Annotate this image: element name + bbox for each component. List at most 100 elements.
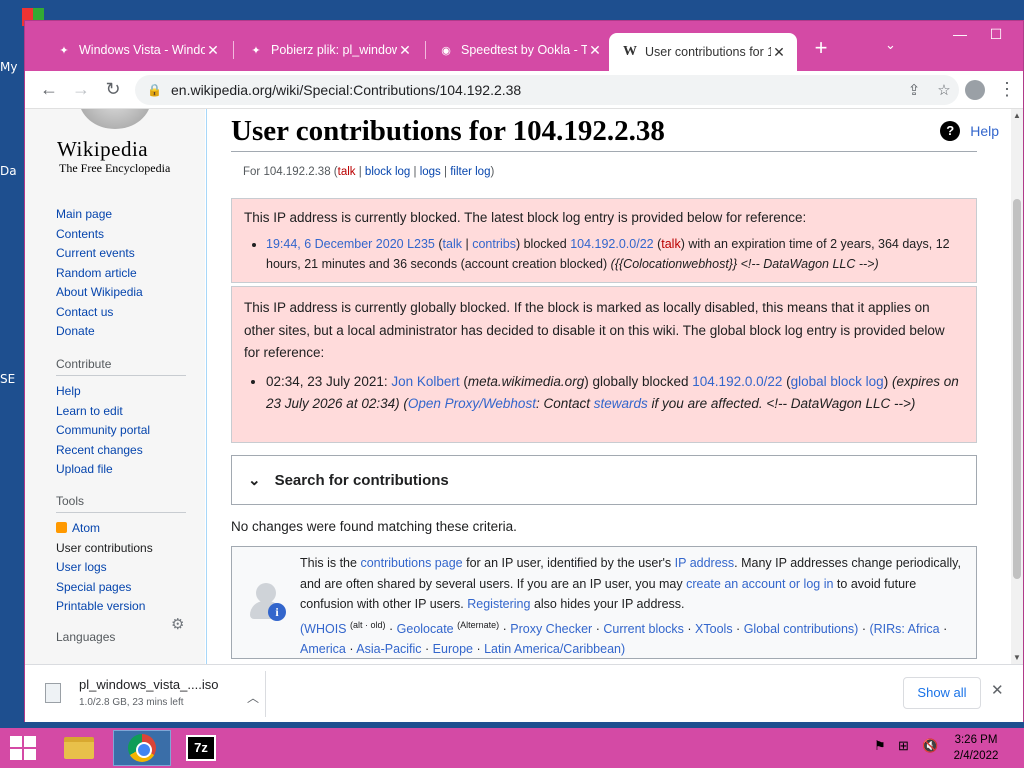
block-log-link[interactable]: block log — [365, 166, 410, 178]
search-for-contributions-toggle[interactable]: ⌄ Search for contributions — [231, 455, 977, 505]
page-title: User contributions for 104.192.2.38 — [231, 115, 977, 152]
filter-log-link[interactable]: filter log — [450, 166, 490, 178]
contributions-page-link[interactable]: contributions page — [360, 556, 462, 570]
sidebar-item-printable-version[interactable]: Printable version — [56, 597, 186, 617]
download-item[interactable]: pl_windows_vista_....iso 1.0/2.8 GB, 23 … — [39, 675, 259, 715]
sidebar-item-upload-file[interactable]: Upload file — [56, 460, 186, 480]
maximize-button[interactable]: ☐ — [979, 21, 1013, 47]
geolocate-link[interactable]: Geolocate — [397, 622, 454, 636]
tab-speedtest[interactable]: ◉ Speedtest by Ookla - Th ✕ — [425, 33, 613, 67]
tab-user-contributions[interactable]: W User contributions for 1 ✕ — [609, 33, 797, 71]
scrollbar-thumb[interactable] — [1013, 199, 1021, 579]
network-icon[interactable]: ⊞ — [898, 738, 909, 754]
rir-america-link[interactable]: America — [300, 642, 346, 656]
sidebar-item-random-article[interactable]: Random article — [56, 264, 186, 284]
sidebar-item-help[interactable]: Help — [56, 382, 186, 402]
sidebar-item-community-portal[interactable]: Community portal — [56, 421, 186, 441]
close-download-shelf-icon[interactable]: ✕ — [991, 681, 1004, 699]
sidebar-item-about-wikipedia[interactable]: About Wikipedia — [56, 283, 186, 303]
tab-search-chevron-icon[interactable]: ⌄ — [885, 37, 896, 53]
create-account-link[interactable]: create an account or log in — [686, 577, 833, 591]
bookmark-star-icon[interactable]: ☆ — [929, 81, 959, 99]
7zip-icon: 7z — [186, 735, 216, 761]
scroll-down-arrow-icon[interactable]: ▼ — [1011, 653, 1023, 662]
help-link[interactable]: ? Help — [940, 121, 999, 141]
sidebar-item-learn-to-edit[interactable]: Learn to edit — [56, 402, 186, 422]
taskbar-7zip[interactable]: 7z — [172, 730, 230, 766]
global-admin-link[interactable]: Jon Kolbert — [391, 374, 459, 389]
block-time-link[interactable]: 19:44, 6 December 2020 — [266, 237, 404, 251]
rir-europe-link[interactable]: Europe — [433, 642, 473, 656]
wikipedia-wordmark[interactable]: Wikipedia — [57, 137, 148, 162]
reload-icon[interactable]: ↻ — [97, 76, 129, 104]
admin-talk-link[interactable]: talk — [443, 237, 462, 251]
action-center-flag-icon[interactable]: ⚑ — [874, 738, 886, 754]
desktop-label-da[interactable]: Da — [0, 164, 17, 178]
registering-link[interactable]: Registering — [467, 597, 530, 611]
sidebar-contribute: Contribute Help Learn to edit Community … — [56, 357, 186, 480]
system-clock[interactable]: 3:26 PM 2/4/2022 — [946, 732, 1006, 764]
language-settings-gear-icon[interactable]: ⚙ — [171, 615, 184, 633]
close-tab-icon[interactable]: ✕ — [205, 42, 221, 59]
rir-africa-link[interactable]: (RIRs: Africa — [869, 622, 939, 636]
chevron-up-icon[interactable]: ︿ — [247, 689, 259, 706]
rir-asia-pacific-link[interactable]: Asia-Pacific — [356, 642, 421, 656]
sidebar-item-special-pages[interactable]: Special pages — [56, 578, 186, 598]
proxy-checker-link[interactable]: Proxy Checker — [510, 622, 592, 636]
sidebar-item-recent-changes[interactable]: Recent changes — [56, 441, 186, 461]
reason-link[interactable]: Open Proxy/Webhost — [408, 396, 536, 411]
close-tab-icon[interactable]: ✕ — [397, 42, 413, 59]
volume-muted-icon[interactable]: 🔇 — [922, 738, 938, 754]
wikipedia-globe-logo[interactable] — [79, 109, 151, 129]
sidebar-item-contents[interactable]: Contents — [56, 225, 186, 245]
geolocate-alt-sup[interactable]: (Alternate) — [457, 620, 499, 630]
sidebar-item-main-page[interactable]: Main page — [56, 205, 186, 225]
forward-icon[interactable]: → — [65, 76, 97, 104]
info-text: This is the — [300, 556, 357, 570]
sidebar-item-donate[interactable]: Donate — [56, 322, 186, 342]
xtools-link[interactable]: XTools — [695, 622, 733, 636]
sidebar-item-user-contributions[interactable]: User contributions — [56, 539, 186, 559]
blocked-range-link[interactable]: 104.192.0.0/22 — [570, 237, 653, 251]
taskbar-file-explorer[interactable] — [50, 730, 108, 766]
tab-windows-vista[interactable]: ✦ Windows Vista - Windo ✕ — [43, 33, 231, 67]
talk-link[interactable]: talk — [338, 166, 356, 178]
range-talk-link[interactable]: talk — [661, 237, 680, 251]
whois-link[interactable]: (WHOIS — [300, 622, 347, 636]
rir-latin-america-link[interactable]: Latin America/Caribbean) — [484, 642, 625, 656]
download-separator — [265, 671, 266, 717]
global-block-log-link[interactable]: global block log — [791, 374, 884, 389]
ip-address-link[interactable]: IP address — [675, 556, 735, 570]
current-blocks-link[interactable]: Current blocks — [603, 622, 684, 636]
scroll-up-arrow-icon[interactable]: ▲ — [1011, 111, 1023, 120]
sidebar-item-user-logs[interactable]: User logs — [56, 558, 186, 578]
url-text[interactable]: en.wikipedia.org/wiki/Special:Contributi… — [171, 82, 899, 98]
new-tab-button[interactable]: + — [807, 35, 835, 61]
close-tab-icon[interactable]: ✕ — [587, 42, 603, 59]
share-icon[interactable]: ⇪ — [899, 81, 929, 99]
lock-icon[interactable]: 🔒 — [147, 83, 162, 97]
whois-alt-sup[interactable]: (alt · old) — [350, 620, 386, 630]
stewards-link[interactable]: stewards — [594, 396, 648, 411]
page-scrollbar[interactable]: ▲ ▼ — [1011, 109, 1023, 664]
sidebar-item-contact-us[interactable]: Contact us — [56, 303, 186, 323]
start-button[interactable] — [10, 736, 36, 760]
admin-contribs-link[interactable]: contribs — [472, 237, 516, 251]
desktop-label-my[interactable]: My — [0, 60, 17, 74]
minimize-button[interactable]: — — [943, 21, 977, 47]
show-all-button[interactable]: Show all — [903, 677, 981, 709]
menu-kebab-icon[interactable]: ⋮ — [991, 76, 1023, 104]
desktop-label-se[interactable]: SE — [0, 372, 15, 386]
back-icon[interactable]: ← — [33, 76, 65, 104]
global-range-link[interactable]: 104.192.0.0/22 — [692, 374, 782, 389]
blocking-admin-link[interactable]: L235 — [407, 237, 435, 251]
tab-pobierz[interactable]: ✦ Pobierz plik: pl_windows ✕ — [235, 33, 423, 67]
logs-link[interactable]: logs — [420, 166, 441, 178]
close-tab-icon[interactable]: ✕ — [771, 44, 787, 61]
address-bar[interactable]: 🔒 en.wikipedia.org/wiki/Special:Contribu… — [135, 74, 959, 105]
global-contributions-link[interactable]: Global contributions) — [744, 622, 859, 636]
sidebar-item-current-events[interactable]: Current events — [56, 244, 186, 264]
taskbar-chrome[interactable] — [113, 730, 171, 766]
profile-avatar[interactable] — [959, 76, 991, 104]
sidebar-item-atom[interactable]: Atom — [56, 519, 186, 539]
